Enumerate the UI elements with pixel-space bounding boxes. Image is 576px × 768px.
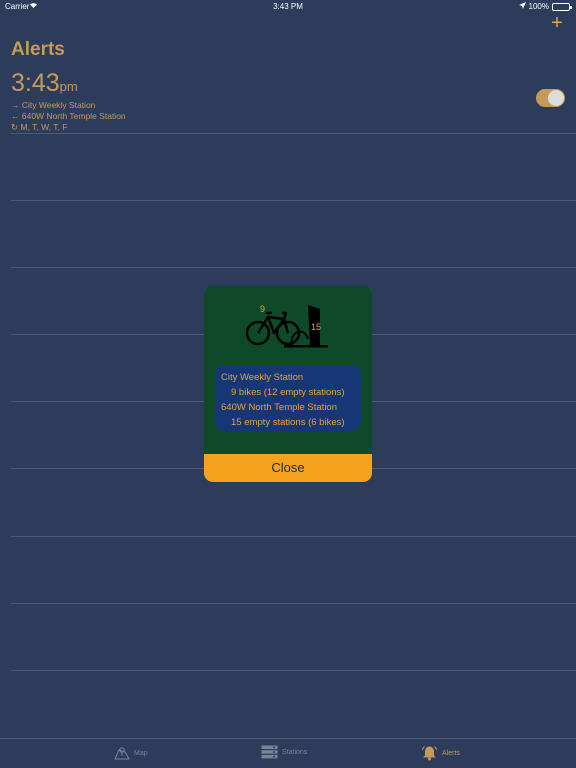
battery-percent: 100% <box>528 2 549 11</box>
row-separator <box>11 670 576 671</box>
tab-bar: Map Stations Alerts <box>0 738 576 768</box>
station-status-popup: 9 15 City Weekly Station 9 bikes (12 emp… <box>204 286 372 482</box>
status-right: 100% <box>518 2 572 11</box>
alert-row[interactable]: 3:43pm → City Weekly Station ← 640W Nort… <box>11 70 576 132</box>
bike-count-label: 9 <box>260 304 266 314</box>
close-button[interactable]: Close <box>204 454 372 482</box>
origin-station-name: City Weekly Station <box>221 372 304 383</box>
battery-icon <box>552 2 572 11</box>
plus-icon: + <box>551 12 563 34</box>
page-title: Alerts <box>11 39 65 60</box>
destination-station-name: 640W North Temple Station <box>221 402 337 413</box>
toggle-knob <box>548 90 564 106</box>
dock-count-label: 15 <box>311 322 322 332</box>
tab-map-label: Map <box>134 749 148 757</box>
alert-time: 3:43pm <box>11 70 576 100</box>
tab-alerts[interactable]: Alerts <box>421 745 460 761</box>
map-icon <box>114 747 130 760</box>
alert-from-station: → City Weekly Station <box>11 100 96 110</box>
row-separator <box>11 200 576 201</box>
add-alert-button[interactable]: + <box>548 12 566 34</box>
stations-icon <box>261 745 278 759</box>
origin-station-status: 9 bikes (12 empty stations) <box>231 387 345 398</box>
row-separator <box>11 603 576 604</box>
tab-stations-label: Stations <box>282 748 308 756</box>
tab-alerts-label: Alerts <box>442 749 460 757</box>
tab-stations[interactable]: Stations <box>261 745 307 759</box>
row-separator <box>11 536 576 537</box>
alert-repeat-days: ↻ M, T, W, T, F <box>11 122 68 132</box>
status-bar: Carrier 3:43 PM 100% <box>0 0 576 12</box>
location-arrow-icon <box>518 2 526 11</box>
row-separator <box>11 267 576 268</box>
alert-time-ampm: pm <box>59 79 78 94</box>
bell-icon <box>422 746 437 761</box>
alert-enabled-toggle[interactable] <box>536 89 565 107</box>
status-time: 3:43 PM <box>273 2 303 11</box>
alert-to-station: ← 640W North Temple Station <box>11 111 126 121</box>
row-separator <box>11 133 576 134</box>
tab-map[interactable]: Map <box>114 745 148 761</box>
station-info-box: City Weekly Station 9 bikes (12 empty st… <box>215 365 361 431</box>
destination-station-status: 15 empty stations (6 bikes) <box>231 417 345 428</box>
alert-time-value: 3:43 <box>11 69 60 97</box>
